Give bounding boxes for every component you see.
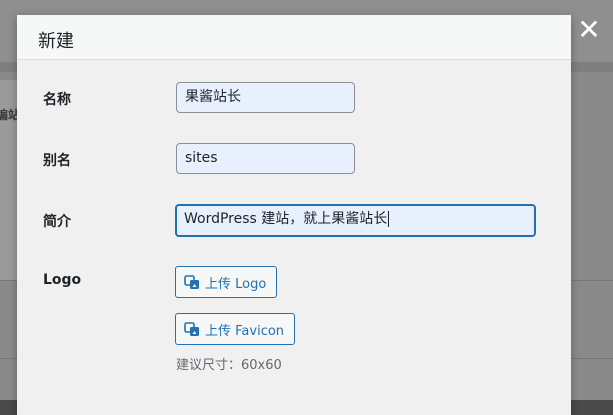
name-label: 名称	[43, 92, 71, 108]
intro-label: 简介	[43, 214, 71, 230]
modal-title: 新建	[38, 31, 74, 52]
text-caret	[388, 211, 390, 227]
intro-input-value: WordPress 建站，就上果酱站长	[184, 211, 388, 227]
alias-label: 别名	[43, 153, 71, 169]
size-hint: 建议尺寸：60x60	[176, 358, 282, 373]
upload-logo-button[interactable]: 上传 Logo	[175, 266, 278, 298]
intro-input[interactable]: WordPress 建站，就上果酱站长	[175, 204, 536, 237]
new-item-modal: 新建 名称 果酱站长 别名 sites 简介 WordPress 建站，就上果酱…	[17, 15, 571, 415]
media-upload-icon	[184, 275, 199, 289]
alias-input[interactable]: sites	[176, 143, 355, 174]
media-upload-icon	[184, 322, 199, 336]
upload-favicon-label: 上传 Favicon	[205, 323, 285, 339]
modal-header: 新建	[17, 15, 571, 60]
name-input[interactable]: 果酱站长	[176, 82, 355, 113]
logo-label: Logo	[43, 272, 82, 288]
upload-favicon-button[interactable]: 上传 Favicon	[175, 313, 296, 345]
close-icon[interactable]: ✕	[573, 14, 605, 46]
upload-logo-label: 上传 Logo	[205, 276, 267, 292]
